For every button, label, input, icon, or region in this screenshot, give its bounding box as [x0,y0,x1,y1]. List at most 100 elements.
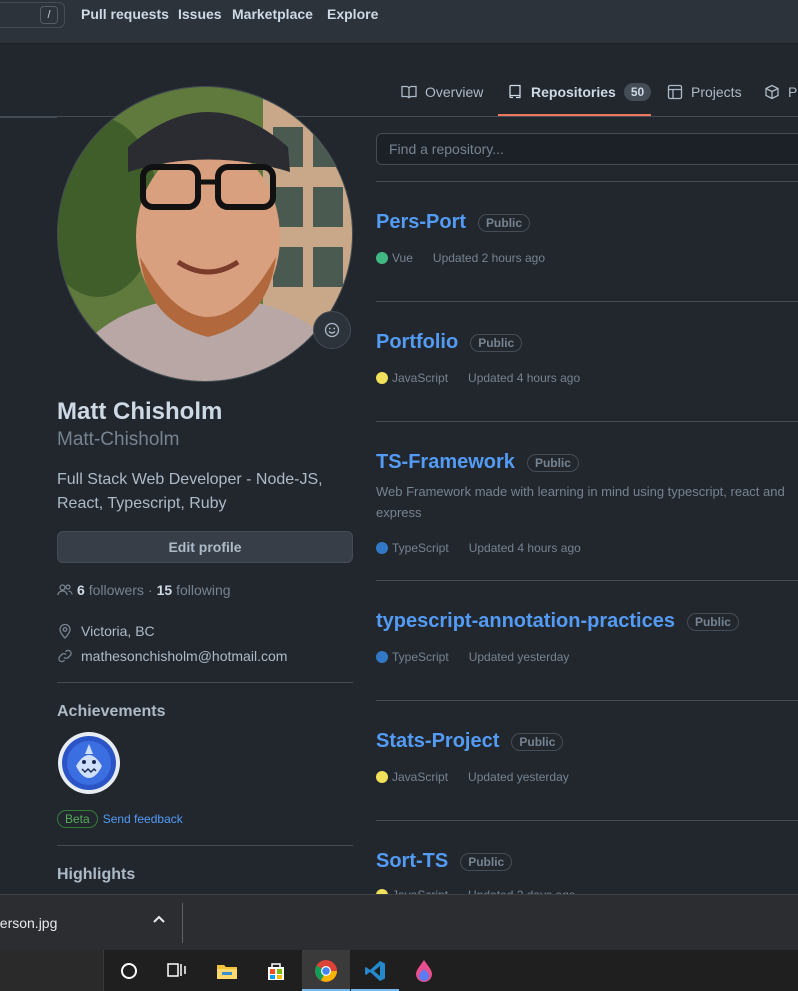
profile-name: Matt Chisholm [57,398,223,425]
repo-meta: TypeScript Updated yesterday [376,650,569,664]
repo-item-ts-framework: TS-Framework Public [376,451,579,474]
microsoft-store-icon[interactable] [252,950,300,991]
tab-overview[interactable]: Overview [401,82,483,102]
slash-key-hint: / [40,6,58,24]
table-icon [667,84,683,100]
send-feedback-link[interactable]: Send feedback [103,812,183,826]
follow-stats: 6 followers · 15 following [57,582,231,598]
top-navbar: / Pull requests Issues Marketplace Explo… [0,0,798,44]
divider [57,682,353,683]
divider [57,845,353,846]
taskbar-search-box[interactable] [0,950,104,991]
repo-language: JavaScript [392,770,449,784]
nav-pull-requests[interactable]: Pull requests [81,6,169,22]
visibility-badge: Public [478,213,531,232]
nav-explore[interactable]: Explore [327,6,378,22]
chevron-up-icon[interactable] [152,913,166,927]
repo-language: TypeScript [392,541,449,555]
repo-meta: JavaScript Updated yesterday [376,770,569,784]
chrome-icon[interactable] [302,950,350,991]
repo-item-pers-port: Pers-Port Public [376,211,531,234]
repo-updated: Updated yesterday [468,770,569,784]
repo-meta: Vue Updated 2 hours ago [376,251,545,265]
downloaded-file-name[interactable]: person.jpg [0,915,57,931]
location-text: Victoria, BC [81,623,155,639]
search-shortcut[interactable]: / [0,2,65,28]
followers-count: 6 [77,582,85,598]
language-color-dot [376,252,388,264]
divider [0,117,57,118]
edit-profile-button[interactable]: Edit profile [57,531,353,563]
repo-language: Vue [392,251,413,265]
repo-name-link[interactable]: typescript-annotation-practices [376,610,675,633]
beta-label: Beta [57,810,98,828]
followers-link[interactable]: 6 followers [77,582,144,598]
visibility-badge: Public [686,612,739,631]
tab-packages[interactable]: Pa [764,82,798,102]
file-explorer-icon[interactable] [203,950,251,991]
download-shelf: person.jpg [0,894,798,950]
profile-location: Victoria, BC [57,623,155,639]
repo-updated: Updated yesterday [468,650,570,664]
achievements-title: Achievements [57,703,166,720]
avatar[interactable] [57,86,353,382]
find-repository-input[interactable]: Find a repository... [376,133,798,165]
followers-label: followers [88,582,144,598]
tab-projects[interactable]: Projects [667,82,742,102]
repo-description: Web Framework made with learning in mind… [376,484,785,520]
link-icon [58,649,72,663]
cortana-icon[interactable] [105,950,153,991]
repo-icon [509,84,521,99]
repo-meta: JavaScript Updated 4 hours ago [376,371,580,385]
repo-updated: Updated 2 hours ago [432,251,545,265]
people-icon [57,584,73,596]
achievement-badge[interactable] [58,732,120,794]
repo-updated: Updated 4 hours ago [468,541,581,555]
smiley-icon [324,322,340,338]
repo-updated: Updated 4 hours ago [468,371,581,385]
tab-repositories[interactable]: Repositories 50 [507,82,652,102]
nav-issues[interactable]: Issues [178,6,222,22]
location-icon [59,623,71,639]
task-view-icon[interactable] [153,950,201,991]
package-icon [765,84,779,100]
profile-bio: Full Stack Web Developer - Node-JS, Reac… [57,471,323,512]
set-status-button[interactable] [313,311,351,349]
divider [182,903,183,943]
following-count: 15 [156,582,173,598]
profile-login: Matt-Chisholm [57,429,180,450]
tab-packages-label: Pa [788,84,798,100]
highlights-title: Highlights [57,866,136,883]
divider [376,820,798,821]
repo-name-link[interactable]: Pers-Port [376,211,466,234]
repo-name-link[interactable]: Stats-Project [376,730,499,753]
repo-name-link[interactable]: TS-Framework [376,451,515,474]
visibility-badge: Public [470,333,523,352]
avatar-photo [58,87,352,381]
active-tab-indicator [498,114,651,116]
repo-name-link[interactable]: Portfolio [376,331,458,354]
separator-dot: · [147,582,153,598]
repositories-count-badge: 50 [623,83,652,101]
repo-item-stats-project: Stats-Project Public [376,730,564,753]
divider [376,421,798,422]
repo-item-typescript-annotation-practices: typescript-annotation-practices Public [376,610,739,633]
email-link[interactable]: mathesonchisholm@hotmail.com [81,648,287,664]
repo-item-portfolio: Portfolio Public [376,331,523,354]
paint-app-icon[interactable] [400,950,448,991]
language-color-dot [376,542,388,554]
repo-language: JavaScript [392,371,449,385]
repo-language: TypeScript [392,650,449,664]
language-color-dot [376,651,388,663]
divider [376,301,798,302]
book-icon [401,85,417,99]
vscode-icon[interactable] [351,950,399,991]
following-link[interactable]: 15 following [157,582,231,598]
repo-name-link[interactable]: Sort-TS [376,850,448,873]
nav-marketplace[interactable]: Marketplace [232,6,313,22]
divider [376,181,798,182]
tab-repositories-label: Repositories [531,84,616,100]
tab-projects-label: Projects [691,84,742,100]
visibility-badge: Public [511,732,564,751]
following-label: following [176,582,231,598]
